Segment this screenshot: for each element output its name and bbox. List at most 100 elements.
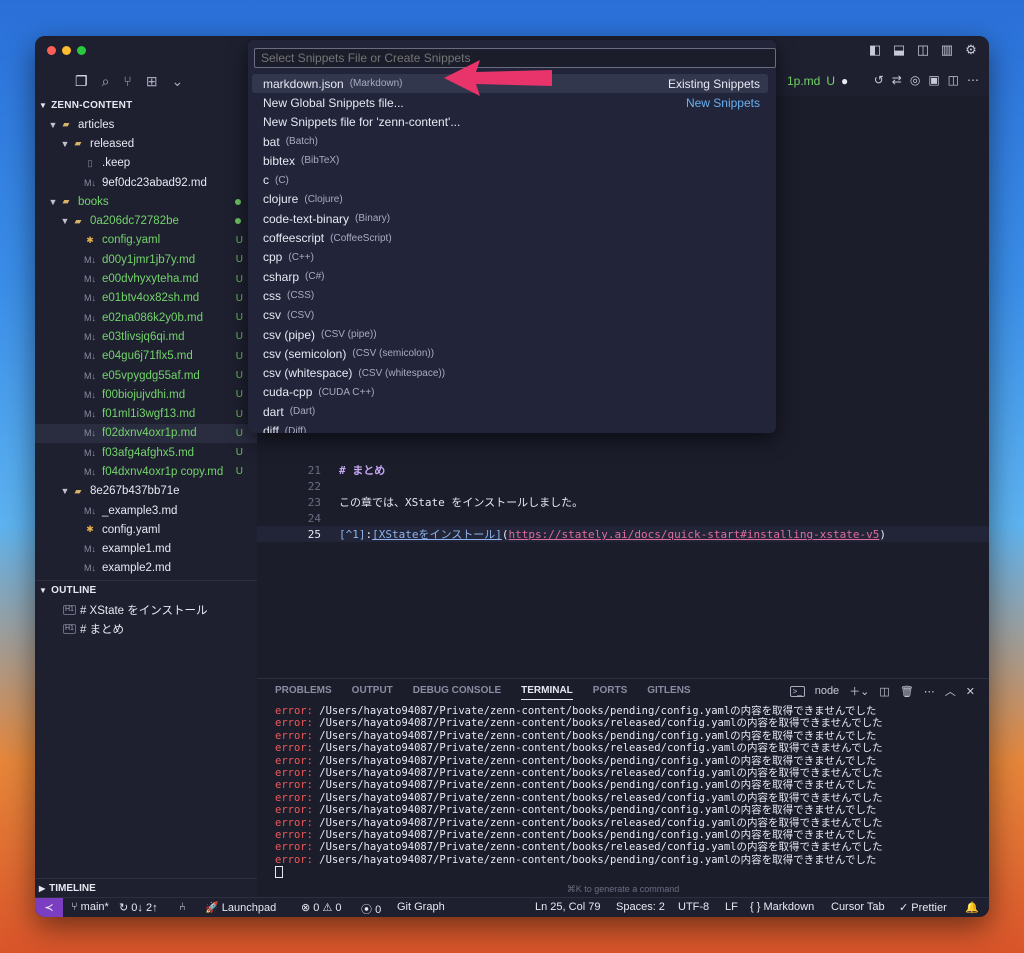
snippet-option[interactable]: diff (Diff) [252, 421, 768, 433]
close-icon[interactable]: ✕ [966, 685, 975, 698]
bell-icon[interactable]: 🔔 [965, 901, 979, 914]
folder-item[interactable]: ▼ ▰ books [35, 192, 257, 211]
outline-header[interactable]: ▼ OUTLINE [35, 580, 257, 600]
unsaved-dot-icon[interactable]: ● [841, 74, 848, 88]
encoding-status[interactable]: UTF-8 [678, 901, 709, 913]
snippet-option[interactable]: bat (Batch) [252, 132, 768, 151]
panel-tab-terminal[interactable]: TERMINAL [521, 685, 573, 700]
split-terminal-icon[interactable]: ◫ [879, 685, 889, 698]
file-item[interactable]: M↓ e04gu6j71flx5.md U [35, 347, 257, 366]
file-item[interactable]: M↓ example1.md [35, 540, 257, 559]
folder-item[interactable]: ▼ ▰ articles [35, 115, 257, 134]
snippet-option[interactable]: cuda-cpp (CUDA C++) [252, 383, 768, 402]
more-actions-icon[interactable]: ⋯ [924, 685, 935, 698]
language-status[interactable]: { } Markdown [750, 901, 814, 913]
indent-status[interactable]: Spaces: 2 [616, 901, 665, 913]
code-line[interactable]: 24 [257, 510, 339, 526]
snippet-option[interactable]: bibtex (BibTeX) [252, 151, 768, 170]
file-item[interactable]: M↓ e02na086k2y0b.md U [35, 308, 257, 327]
trash-icon[interactable]: 🗑 [900, 685, 914, 698]
customize-layout-icon[interactable]: ▥ [939, 42, 955, 58]
ports-status[interactable]: ⦿ 0 [361, 901, 381, 917]
chevron-down-icon[interactable]: ⌄ [172, 73, 184, 90]
panel-tab-debug-console[interactable]: DEBUG CONSOLE [413, 685, 501, 700]
snippet-option[interactable]: csv (CSV) [252, 306, 768, 325]
sync-status[interactable]: ↻ 0↓ 2↑ [119, 901, 158, 914]
code-line[interactable]: 21 # まとめ [257, 462, 386, 478]
launchpad-status[interactable]: 🚀 Launchpad [205, 901, 276, 914]
panel-tab-ports[interactable]: PORTS [593, 685, 627, 700]
timeline-icon[interactable]: ↺ [874, 73, 884, 87]
cursor-position-status[interactable]: Ln 25, Col 79 [535, 901, 600, 913]
gear-icon[interactable]: ⚙ [963, 42, 979, 58]
minimize-window-button[interactable] [62, 46, 71, 55]
panel-tab-output[interactable]: OUTPUT [352, 685, 393, 700]
compare-icon[interactable]: ⇄ [892, 73, 902, 87]
file-item[interactable]: M↓ f02dxnv4oxr1p.md U [35, 423, 257, 444]
file-item[interactable]: M↓ _example3.md [35, 501, 257, 520]
outline-item[interactable]: H1 # まとめ [35, 619, 257, 638]
file-item[interactable]: M↓ e03tlivsjq6qi.md U [35, 327, 257, 346]
cursor-tab-status[interactable]: Cursor Tab [831, 901, 885, 913]
snippet-option[interactable]: clojure (Clojure) [252, 190, 768, 209]
editor-tab[interactable]: 1p.md U ● [787, 66, 848, 96]
folder-item[interactable]: ▼ ▰ 8e267b437bb71e [35, 482, 257, 501]
maximize-panel-icon[interactable]: ︿ [945, 683, 956, 699]
chat-icon[interactable]: ◎ [910, 73, 920, 87]
maximize-window-button[interactable] [77, 46, 86, 55]
file-item[interactable]: M↓ example2.md [35, 559, 257, 578]
file-item[interactable]: ✱ config.yaml U [35, 231, 257, 250]
file-item[interactable]: ✱ config.yaml [35, 520, 257, 539]
timeline-header[interactable]: ▶ TIMELINE [35, 878, 261, 898]
snippet-option[interactable]: code-text-binary (Binary) [252, 209, 768, 228]
toggle-secondary-sidebar-icon[interactable]: ◫ [915, 42, 931, 58]
extensions-icon[interactable]: ⊞ [146, 73, 158, 90]
terminal-output[interactable]: error: /Users/hayato94087/Private/zenn-c… [275, 705, 883, 882]
new-terminal-icon[interactable]: ＋⌄ [849, 683, 869, 699]
problems-status[interactable]: ⊗ 0 ⚠ 0 [301, 901, 342, 914]
panel-tab-problems[interactable]: PROBLEMS [275, 685, 332, 700]
file-item[interactable]: M↓ e01btv4ox82sh.md U [35, 289, 257, 308]
file-item[interactable]: M↓ f03afg4afghx5.md U [35, 443, 257, 462]
code-line[interactable]: 25 [^1]:[XStateをインストール](https://stately.a… [257, 526, 989, 542]
remote-icon[interactable]: ≺ [35, 898, 63, 917]
file-item[interactable]: M↓ 9ef0dc23abad92.md [35, 173, 257, 192]
terminal-shell-label[interactable]: node [815, 685, 839, 697]
close-window-button[interactable] [47, 46, 56, 55]
toggle-panel-icon[interactable]: ⬓ [891, 42, 907, 58]
snippet-option[interactable]: c (C) [252, 171, 768, 190]
explorer-header[interactable]: ▼ ZENN-CONTENT [35, 96, 257, 115]
code-line[interactable]: 23 この章では、XState をインストールしました。 [257, 494, 583, 510]
git-graph-status[interactable]: Git Graph [397, 901, 445, 913]
source-control-icon[interactable]: ⑂ [123, 73, 131, 89]
git-compare-icon[interactable]: ⑃ [179, 901, 186, 913]
folder-item[interactable]: ▼ ▰ 0a206dc72782be [35, 211, 257, 230]
file-item[interactable]: M↓ f01ml1i3wgf13.md U [35, 404, 257, 423]
snippet-option[interactable]: csv (pipe) (CSV (pipe)) [252, 325, 768, 344]
file-item[interactable]: M↓ e05vpygdg55af.md U [35, 366, 257, 385]
panel-tab-gitlens[interactable]: GITLENS [647, 685, 690, 700]
file-item[interactable]: M↓ f04dxnv4oxr1p copy.md U [35, 462, 257, 481]
file-item[interactable]: M↓ f00biojujvdhi.md U [35, 385, 257, 404]
snippet-option[interactable]: css (CSS) [252, 286, 768, 305]
prettier-status[interactable]: ✓ Prettier [899, 901, 947, 914]
snippet-option[interactable]: csv (whitespace) (CSV (whitespace)) [252, 364, 768, 383]
snippet-option[interactable]: dart (Dart) [252, 402, 768, 421]
outline-item[interactable]: H1 # XState をインストール [35, 600, 257, 619]
search-icon[interactable]: ⌕ [102, 73, 110, 90]
file-item[interactable]: ▯ .keep [35, 154, 257, 173]
folder-item[interactable]: ▼ ▰ released [35, 134, 257, 153]
snippet-option[interactable]: coffeescript (CoffeeScript) [252, 228, 768, 247]
eol-status[interactable]: LF [725, 901, 738, 913]
file-item[interactable]: M↓ d00y1jmr1jb7y.md U [35, 250, 257, 269]
file-item[interactable]: M↓ e00dvhyxyteha.md U [35, 269, 257, 288]
files-icon[interactable]: ❐ [75, 73, 88, 90]
split-editor-icon[interactable]: ◫ [948, 73, 959, 87]
snippet-option[interactable]: csv (semicolon) (CSV (semicolon)) [252, 344, 768, 363]
snippet-option[interactable]: cpp (C++) [252, 248, 768, 267]
snippet-option[interactable]: New Snippets file for 'zenn-content'... [252, 113, 768, 132]
snippet-option[interactable]: csharp (C#) [252, 267, 768, 286]
preview-icon[interactable]: ▣ [928, 73, 939, 87]
branch-status[interactable]: ⑂ main* [71, 901, 109, 913]
code-line[interactable]: 22 [257, 478, 339, 494]
